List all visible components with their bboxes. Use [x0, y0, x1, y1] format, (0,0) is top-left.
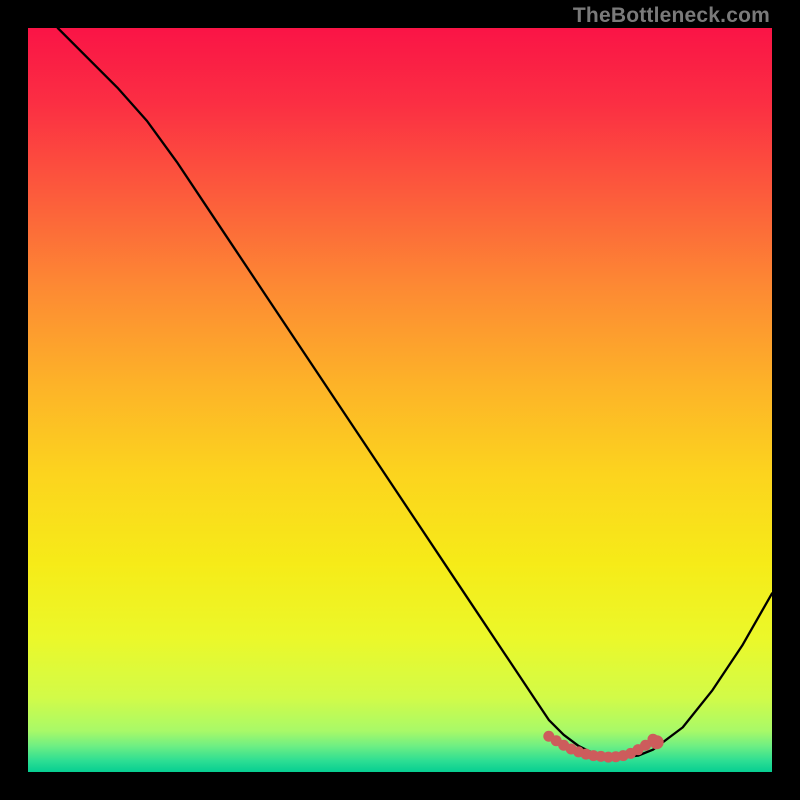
plot-area: [28, 28, 772, 772]
marker-dot: [650, 735, 664, 749]
chart-frame: TheBottleneck.com: [0, 0, 800, 800]
gradient-background: [28, 28, 772, 772]
chart-svg: [28, 28, 772, 772]
watermark-text: TheBottleneck.com: [573, 4, 770, 28]
